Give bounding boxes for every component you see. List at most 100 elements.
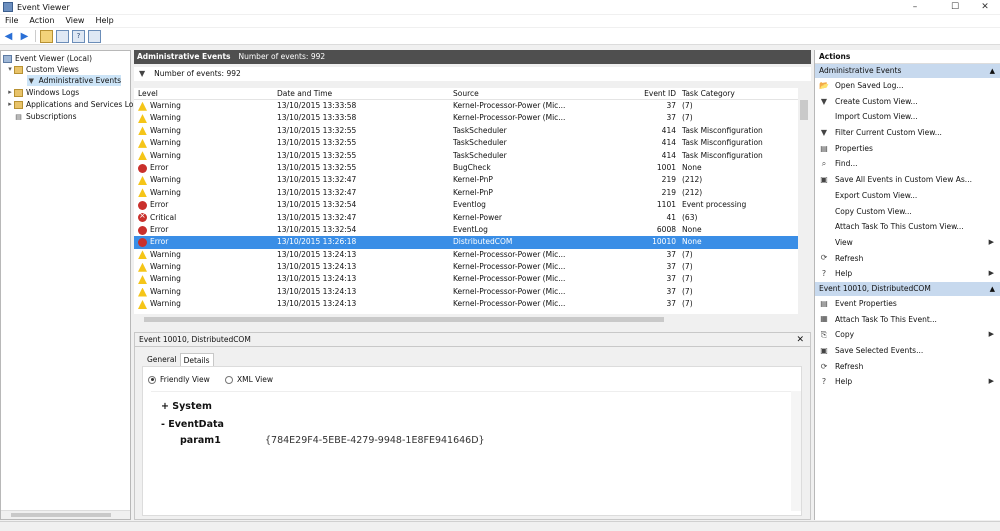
action-refresh[interactable]: ⟳ Refresh [815,251,1000,267]
tree-node-windows-logs[interactable]: ▸ Windows Logs [6,87,79,98]
cell-event-id: 6008 [656,224,676,234]
action-save-selected-events[interactable]: ▣ Save Selected Events... [815,343,1000,359]
action-save-all-events-in-custom-view-as[interactable]: ▣ Save All Events in Custom View As... [815,172,1000,188]
action-import-custom-view[interactable]: Import Custom View... [815,109,1000,125]
help-icon[interactable]: ? [72,29,85,43]
table-row[interactable]: Warning 13/10/2015 13:32:55 TaskScheduler 4… [134,125,798,137]
table-row[interactable]: Warning 13/10/2015 13:32:47 Kernel-PnP 219 (… [134,174,798,186]
action-view[interactable]: View ▶ [815,235,1000,251]
tab-details[interactable]: Details [179,353,214,366]
actions-section-event[interactable]: Event 10010, DistributedCOM ▲ [815,281,1000,296]
cell-date-time: 13/10/2015 13:24:13 [277,286,357,296]
column-source[interactable]: Source [453,88,615,99]
menu-action[interactable]: Action [24,15,60,27]
action-open-saved-log[interactable]: 📂 Open Saved Log... [815,78,1000,94]
detail-tabs: General Details [144,353,214,366]
close-window-button[interactable]: ✕ [970,0,1000,14]
table-row[interactable]: Warning 13/10/2015 13:24:13 Kernel-Process… [134,273,798,285]
table-row[interactable]: Error 13/10/2015 13:26:18 DistributedCOM 10… [134,236,798,249]
tree-node-administrative-events[interactable]: ▼ Administrative Events [27,75,121,86]
column-date-time[interactable]: Date and Time [277,88,453,99]
collapse-icon[interactable]: ▲ [990,64,995,78]
column-event-id[interactable]: Event ID [615,88,680,99]
table-row[interactable]: Warning 13/10/2015 13:24:13 Kernel-Process… [134,298,798,310]
level-text: Error [150,224,169,234]
show-hide-action-pane-icon[interactable] [88,29,101,43]
menu-view[interactable]: View [60,15,90,27]
scrollbar-thumb[interactable] [144,317,664,322]
chevron-right-icon[interactable]: ▸ [6,87,14,98]
action-label: Filter Current Custom View... [835,128,942,138]
forward-button[interactable]: ▶ [18,30,31,43]
table-row[interactable]: Warning 13/10/2015 13:33:58 Kernel-Process… [134,112,798,124]
table-row[interactable]: Warning 13/10/2015 13:32:55 TaskScheduler 4… [134,150,798,162]
details-content: + System - EventData param1 {784E29F4-5E… [151,391,791,511]
cell-event-id: 10010 [652,237,676,247]
scrollbar-thumb[interactable] [800,100,808,120]
maximize-button[interactable]: ☐ [940,0,970,14]
action-refresh[interactable]: ⟳ Refresh [815,359,1000,375]
back-button[interactable]: ◀ [2,30,15,43]
table-horizontal-scrollbar[interactable] [134,315,798,324]
tree-node-subscriptions[interactable]: ▤ Subscriptions [14,111,76,122]
action-label: Event Properties [835,298,897,308]
radio-button[interactable] [225,375,233,384]
details-vertical-scrollbar[interactable] [791,391,801,511]
tab-general[interactable]: General [144,353,180,366]
action-copy-custom-view[interactable]: Copy Custom View... [815,204,1000,220]
cell-task-category: (7) [682,262,693,272]
table-row[interactable]: Critical 13/10/2015 13:32:47 Kernel-Power 4… [134,210,798,224]
action-filter-current-custom-view[interactable]: ▼ Filter Current Custom View... [815,125,1000,141]
eventdata-node[interactable]: - EventData [161,419,224,430]
tree-node-event-viewer-local[interactable]: Event Viewer (Local) [3,53,92,64]
table-row[interactable]: Warning 13/10/2015 13:32:47 Kernel-PnP 219 (… [134,187,798,199]
system-node[interactable]: + System [161,401,212,412]
column-level[interactable]: Level [134,88,277,99]
action-properties[interactable]: ▤ Properties [815,141,1000,157]
action-help[interactable]: ? Help ▶ [815,266,1000,282]
table-row[interactable]: Warning 13/10/2015 13:24:13 Kernel-Process… [134,286,798,298]
cell-source: Kernel-Processor-Power (Mic... [453,249,566,259]
cell-date-time: 13/10/2015 13:32:54 [277,224,357,234]
chevron-down-icon[interactable]: ▾ [6,64,14,75]
table-row[interactable]: Warning 13/10/2015 13:24:13 Kernel-Process… [134,261,798,273]
table-row[interactable]: Error 13/10/2015 13:32:54 Eventlog 1101 Even… [134,199,798,211]
action-copy[interactable]: ⎘ Copy ▶ [815,327,1000,343]
table-vertical-scrollbar[interactable] [798,88,810,314]
action-find[interactable]: ⌕ Find... [815,156,1000,172]
menu-file[interactable]: File [0,15,24,27]
action-help[interactable]: ? Help ▶ [815,374,1000,390]
tree-node-custom-views[interactable]: ▾ Custom Views [6,64,79,75]
cell-date-time: 13/10/2015 13:32:54 [277,200,357,210]
chevron-right-icon[interactable]: ▸ [6,99,14,110]
scrollbar-thumb[interactable] [11,513,111,517]
cell-event-id: 414 [661,138,676,148]
action-event-properties[interactable]: ▤ Event Properties [815,296,1000,312]
menu-help[interactable]: Help [90,15,119,27]
table-row[interactable]: Error 13/10/2015 13:32:54 EventLog 6008 None [134,224,798,236]
action-create-custom-view[interactable]: ▼ Create Custom View... [815,94,1000,110]
radio-button[interactable] [148,375,156,384]
friendly-view-radio[interactable]: Friendly View [148,375,210,384]
tree-node-applications-services[interactable]: ▸ Applications and Services Lo [6,99,133,110]
xml-view-radio[interactable]: XML View [225,375,273,384]
collapse-icon[interactable]: ▲ [990,282,995,296]
cell-source: Kernel-Processor-Power (Mic... [453,274,566,284]
table-row[interactable]: Warning 13/10/2015 13:24:13 Kernel-Process… [134,249,798,261]
menu-bar: File Action View Help [0,15,1000,27]
action-export-custom-view[interactable]: Export Custom View... [815,188,1000,204]
tree-horizontal-scrollbar[interactable] [1,510,130,519]
table-row[interactable]: Warning 13/10/2015 13:33:58 Kernel-Process… [134,100,798,112]
action-attach-task-to-this-custom-view[interactable]: Attach Task To This Custom View... [815,219,1000,235]
table-row[interactable]: Error 13/10/2015 13:32:55 BugCheck 1001 None [134,162,798,174]
actions-section-administrative-events[interactable]: Administrative Events ▲ [815,64,1000,78]
cell-date-time: 13/10/2015 13:33:58 [277,101,357,110]
refresh-icon: ⟳ [820,361,828,371]
open-folder-icon[interactable] [40,29,53,43]
table-row[interactable]: Warning 13/10/2015 13:32:55 TaskScheduler 4… [134,137,798,149]
column-task-category[interactable]: Task Category [680,88,790,99]
show-hide-tree-icon[interactable] [56,29,69,43]
minimize-button[interactable]: – [900,0,930,14]
close-detail-icon[interactable]: ✕ [796,333,804,347]
action-attach-task-to-this-event[interactable]: ▦ Attach Task To This Event... [815,312,1000,328]
